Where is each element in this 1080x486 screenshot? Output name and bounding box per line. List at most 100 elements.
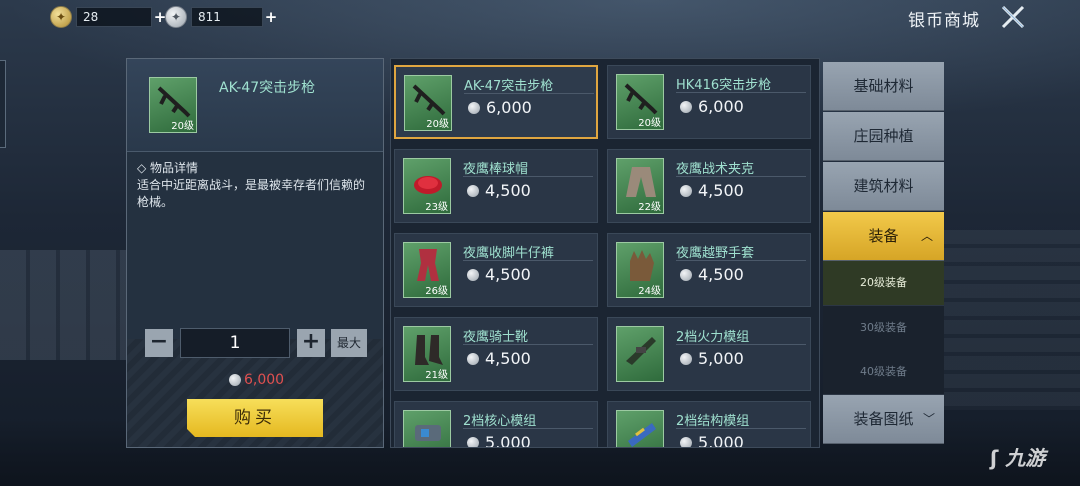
background-shelf-right [940, 230, 1080, 410]
silver-coin-icon [467, 184, 479, 197]
item-level: 21级 [425, 370, 448, 381]
category-equipment-label: 装备 [868, 227, 899, 245]
item-card[interactable]: 23级 夜鹰棒球帽 4,500 [394, 149, 598, 223]
item-price-value: 4,500 [485, 181, 531, 200]
item-price: 4,500 [680, 265, 744, 284]
item-thumbnail [616, 410, 664, 447]
item-thumbnail: 26级 [403, 242, 451, 298]
item-price-value: 5,000 [698, 433, 744, 448]
pants-icon [417, 249, 439, 281]
divider [676, 260, 806, 261]
item-name: 2档火力模组 [676, 330, 750, 345]
item-detail-panel: 20级 AK-47突击步枪 ◇ 物品详情 适合中近距离战斗，是最被幸存者们信赖的… [126, 58, 384, 448]
gold-amount: 28 [76, 7, 152, 27]
item-price-value: 6,000 [698, 97, 744, 116]
structure-module-icon [628, 423, 656, 447]
category-equipment[interactable]: 装备 ︿ [823, 212, 944, 261]
item-card[interactable]: 26级 夜鹰收脚牛仔裤 4,500 [394, 233, 598, 307]
item-card[interactable]: 20级 AK-47突击步枪 6,000 [394, 65, 598, 139]
item-name: 夜鹰骑士靴 [463, 330, 529, 345]
chevron-down-icon: ﹀ [923, 412, 936, 426]
item-card[interactable]: 2档结构模组 5,000 [607, 401, 811, 448]
item-level: 23级 [425, 202, 448, 213]
detail-description: 适合中近距离战斗，是最被幸存者们信赖的枪械。 [137, 178, 366, 209]
item-thumbnail: 24级 [616, 242, 664, 298]
divider [464, 93, 594, 94]
silver-coin-icon: ✦ [165, 6, 187, 28]
subcategory-level-40[interactable]: 40级装备 [823, 350, 944, 395]
item-price-value: 5,000 [698, 349, 744, 368]
subcategory-level-30[interactable]: 30级装备 [823, 306, 944, 351]
item-price-value: 4,500 [485, 265, 531, 284]
item-name: 夜鹰棒球帽 [463, 162, 529, 177]
item-price: 6,000 [468, 98, 532, 117]
item-card[interactable]: 21级 夜鹰骑士靴 4,500 [394, 317, 598, 391]
silver-coin-icon [680, 436, 692, 447]
item-price: 6,000 [680, 97, 744, 116]
item-level: 20级 [426, 119, 449, 130]
buy-button[interactable]: 购买 [187, 399, 323, 437]
boots-icon [415, 335, 443, 365]
silver-currency: ✦ 811 + [165, 6, 279, 28]
item-card[interactable]: 2档核心模组 5,000 [394, 401, 598, 448]
cap-icon [414, 176, 442, 194]
category-basic-materials[interactable]: 基础材料 [823, 62, 944, 111]
watermark-text: 九游 [1005, 446, 1046, 470]
side-handle[interactable] [0, 60, 6, 148]
item-card[interactable]: 20级 HK416突击步枪 6,000 [607, 65, 811, 139]
divider [463, 260, 593, 261]
item-grid[interactable]: 20级 AK-47突击步枪 6,000 20级 HK416突击步枪 6,000 … [390, 58, 820, 448]
core-module-icon [415, 425, 441, 441]
quantity-input[interactable]: 1 [180, 328, 290, 358]
silver-coin-icon [229, 374, 241, 386]
item-thumbnail: 20级 [616, 74, 664, 130]
detail-item-name: AK-47突击步枪 [219, 80, 316, 96]
item-name: 2档核心模组 [463, 414, 537, 429]
gold-currency: ✦ 28 + [50, 6, 168, 28]
close-button[interactable] [1000, 4, 1026, 30]
item-price: 4,500 [467, 181, 531, 200]
close-icon [1001, 5, 1025, 29]
firepower-module-icon [626, 337, 656, 365]
item-card[interactable]: 24级 夜鹰越野手套 4,500 [607, 233, 811, 307]
detail-item-thumbnail: 20级 [149, 77, 197, 133]
rifle-icon [624, 83, 658, 115]
item-thumbnail: 23级 [403, 158, 451, 214]
category-manor-planting[interactable]: 庄园种植 [823, 112, 944, 161]
item-level: 22级 [638, 202, 661, 213]
item-price: 5,000 [680, 433, 744, 448]
item-name: AK-47突击步枪 [464, 79, 554, 94]
glove-icon [630, 250, 654, 281]
item-card[interactable]: 22级 夜鹰战术夹克 4,500 [607, 149, 811, 223]
item-price-value: 6,000 [486, 98, 532, 117]
category-equipment-blueprint[interactable]: 装备图纸 ﹀ [823, 395, 944, 444]
quantity-increase-button[interactable]: + [297, 329, 325, 357]
silver-coin-icon [467, 436, 479, 447]
quantity-max-button[interactable]: 最大 [331, 329, 367, 357]
divider [463, 428, 593, 429]
category-building-materials[interactable]: 建筑材料 [823, 162, 944, 211]
silver-coin-icon [680, 268, 692, 281]
rifle-icon [157, 86, 191, 118]
item-card[interactable]: 2档火力模组 5,000 [607, 317, 811, 391]
divider [463, 176, 593, 177]
divider [676, 92, 806, 93]
item-level: 24级 [638, 286, 661, 297]
item-price-value: 5,000 [485, 433, 531, 448]
item-name: HK416突击步枪 [676, 78, 772, 93]
item-price: 4,500 [467, 349, 531, 368]
item-price: 4,500 [680, 181, 744, 200]
subcategory-level-20[interactable]: 20级装备 [823, 261, 944, 306]
chevron-up-icon: ︿ [921, 229, 934, 243]
add-silver-button[interactable]: + [263, 7, 279, 27]
item-thumbnail [616, 326, 664, 382]
item-price: 5,000 [467, 433, 531, 448]
silver-coin-icon [467, 352, 479, 365]
silver-amount: 811 [191, 7, 263, 27]
divider [463, 344, 593, 345]
item-price-value: 4,500 [485, 349, 531, 368]
total-price: 6,000 [229, 372, 284, 388]
watermark: ʃ 九游 [990, 446, 1046, 470]
item-price-value: 4,500 [698, 181, 744, 200]
quantity-decrease-button[interactable]: − [145, 329, 173, 357]
